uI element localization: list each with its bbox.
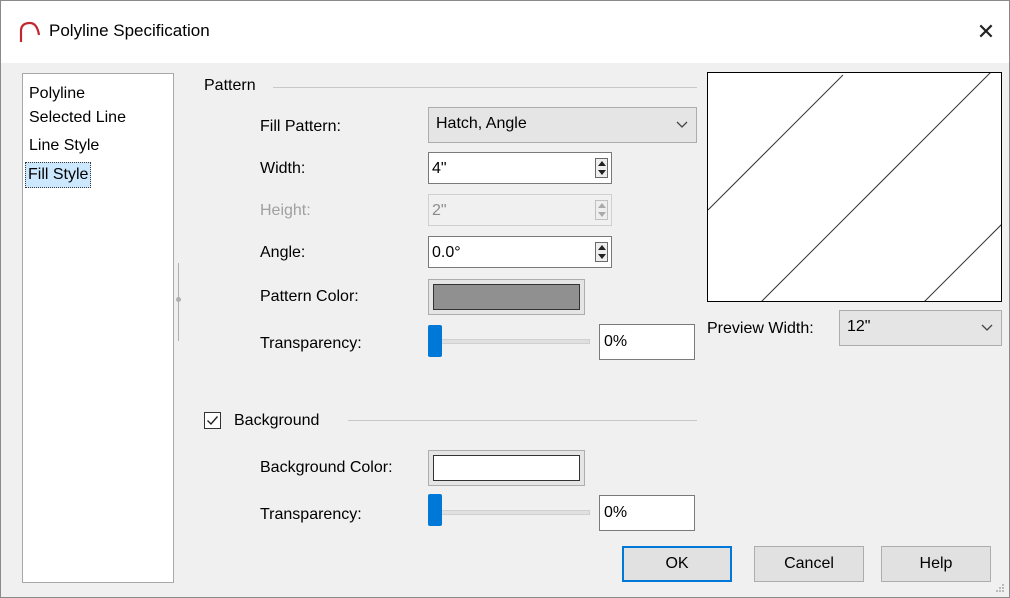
background-group-divider bbox=[348, 420, 697, 421]
spin-down-icon bbox=[598, 170, 606, 175]
spin-up-icon bbox=[598, 161, 606, 166]
spin-up-icon bbox=[598, 245, 606, 250]
splitter-handle[interactable] bbox=[176, 297, 181, 302]
pattern-preview bbox=[707, 72, 1002, 302]
category-list: Polyline Selected Line Line Style Fill S… bbox=[22, 73, 174, 583]
help-button[interactable]: Help bbox=[881, 546, 991, 582]
chevron-down-icon bbox=[676, 121, 688, 128]
hatch-preview-graphic bbox=[708, 73, 1001, 301]
pattern-transparency-value: 0% bbox=[604, 333, 628, 350]
pattern-group-label: Pattern bbox=[204, 77, 256, 94]
background-transparency-input[interactable]: 0% bbox=[599, 495, 695, 531]
background-color-button[interactable] bbox=[428, 450, 585, 486]
pattern-transparency-track[interactable] bbox=[430, 339, 590, 344]
background-transparency-label: Transparency: bbox=[260, 506, 362, 523]
fill-pattern-dropdown[interactable]: Hatch, Angle bbox=[428, 107, 697, 143]
close-icon: ✕ bbox=[976, 19, 996, 44]
pattern-group-divider bbox=[273, 87, 697, 88]
background-transparency-slider[interactable] bbox=[428, 494, 442, 526]
height-label: Height: bbox=[260, 202, 311, 219]
width-label: Width: bbox=[260, 160, 306, 177]
background-color-swatch bbox=[433, 455, 580, 481]
angle-value: 0.0° bbox=[432, 244, 461, 261]
tree-item-fill-style[interactable]: Fill Style bbox=[25, 162, 92, 188]
width-input[interactable]: 4" bbox=[428, 152, 612, 184]
arc-icon bbox=[19, 21, 41, 42]
background-group-label[interactable]: Background bbox=[234, 412, 319, 430]
preview-width-value: 12" bbox=[847, 318, 871, 335]
spin-down-icon bbox=[598, 212, 606, 217]
dialog-window: Polyline Specification ✕ Polyline Select… bbox=[0, 0, 1010, 598]
background-transparency-value: 0% bbox=[604, 504, 628, 521]
preview-width-label: Preview Width: bbox=[707, 320, 814, 337]
title-bar[interactable]: Polyline Specification ✕ bbox=[1, 1, 1009, 63]
close-button[interactable]: ✕ bbox=[963, 9, 1009, 55]
tree-item-polyline[interactable]: Polyline bbox=[27, 82, 87, 106]
pattern-color-label: Pattern Color: bbox=[260, 288, 359, 305]
height-value: 2" bbox=[432, 202, 447, 219]
width-value: 4" bbox=[432, 160, 447, 177]
window-title: Polyline Specification bbox=[49, 21, 210, 40]
pattern-color-button[interactable] bbox=[428, 279, 585, 315]
height-input: 2" bbox=[428, 194, 612, 226]
background-transparency-track[interactable] bbox=[430, 510, 590, 515]
resize-grip-icon[interactable] bbox=[995, 583, 1005, 593]
spin-down-icon bbox=[598, 254, 606, 259]
pattern-color-swatch bbox=[433, 284, 580, 310]
checkmark-icon bbox=[207, 416, 219, 426]
pattern-transparency-label: Transparency: bbox=[260, 335, 362, 352]
ok-button[interactable]: OK bbox=[622, 546, 732, 582]
pattern-transparency-slider[interactable] bbox=[428, 325, 442, 357]
tree-item-line-style[interactable]: Line Style bbox=[27, 134, 101, 158]
angle-spinner[interactable] bbox=[595, 242, 608, 262]
angle-label: Angle: bbox=[260, 244, 306, 261]
cancel-button[interactable]: Cancel bbox=[754, 546, 864, 582]
chevron-down-icon bbox=[981, 324, 993, 331]
height-spinner bbox=[595, 200, 608, 220]
tree-item-selected-line[interactable]: Selected Line bbox=[27, 106, 128, 130]
fill-pattern-label: Fill Pattern: bbox=[260, 118, 341, 135]
pane-splitter[interactable] bbox=[178, 263, 179, 341]
background-color-label: Background Color: bbox=[260, 459, 393, 476]
spin-up-icon bbox=[598, 203, 606, 208]
fill-pattern-value: Hatch, Angle bbox=[436, 115, 527, 132]
angle-input[interactable]: 0.0° bbox=[428, 236, 612, 268]
preview-width-dropdown[interactable]: 12" bbox=[839, 310, 1002, 346]
width-spinner[interactable] bbox=[595, 158, 608, 178]
background-checkbox[interactable] bbox=[204, 412, 221, 429]
pattern-transparency-input[interactable]: 0% bbox=[599, 324, 695, 360]
